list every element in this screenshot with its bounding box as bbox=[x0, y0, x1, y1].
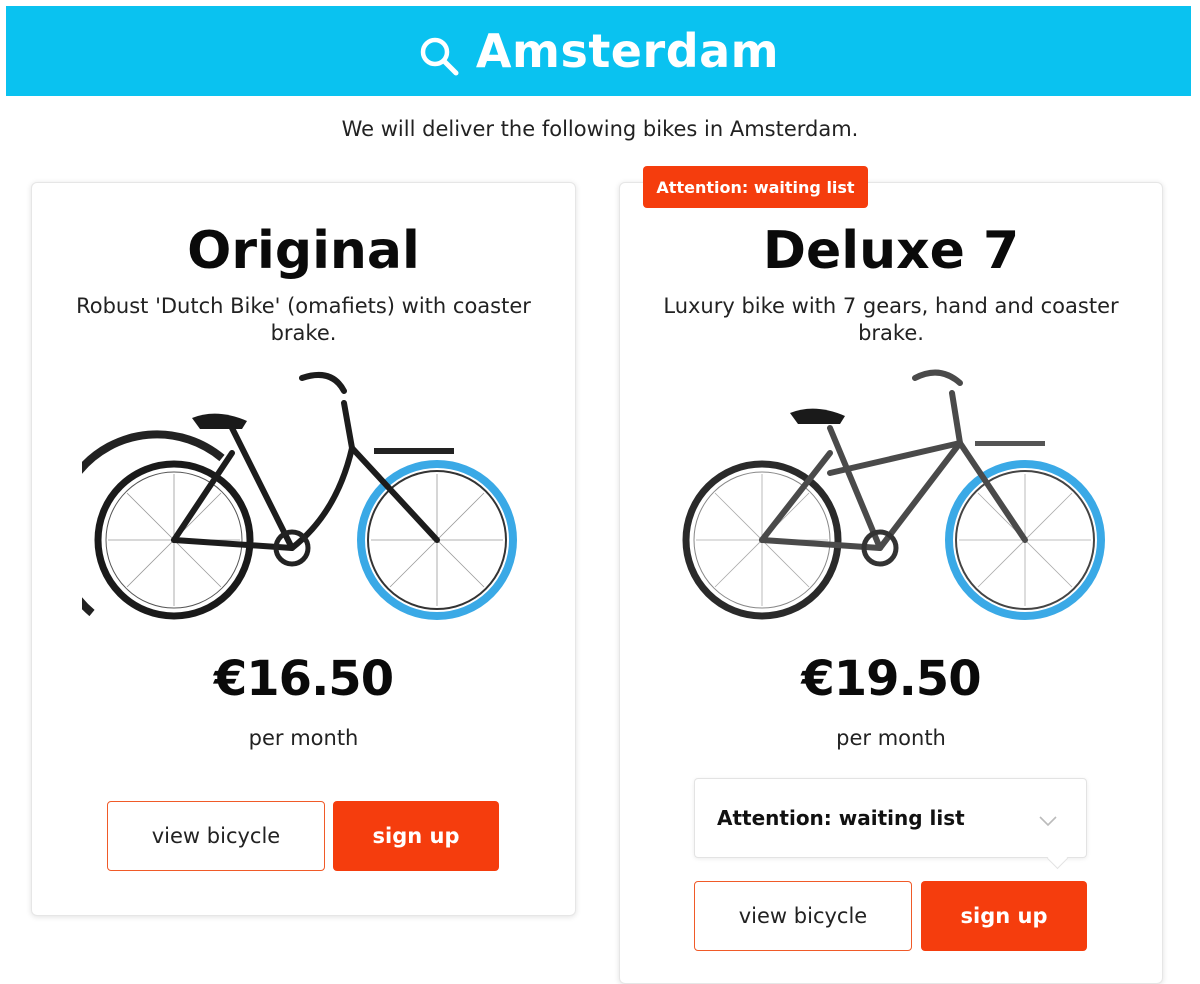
select-value: Attention: waiting list bbox=[717, 806, 965, 830]
view-bicycle-button[interactable]: view bicycle bbox=[107, 801, 325, 871]
product-card-original: Original Robust 'Dutch Bike' (omafiets) … bbox=[31, 182, 576, 916]
waiting-list-badge: Attention: waiting list bbox=[643, 166, 868, 208]
bike-image-deluxe bbox=[682, 369, 1105, 620]
bike-image-original bbox=[82, 372, 517, 620]
product-price: €16.50 bbox=[213, 651, 394, 707]
sign-up-button[interactable]: sign up bbox=[921, 881, 1087, 951]
view-bicycle-button[interactable]: view bicycle bbox=[694, 881, 912, 951]
product-title: Original bbox=[187, 221, 420, 281]
search-icon[interactable] bbox=[418, 35, 462, 79]
sign-up-button[interactable]: sign up bbox=[333, 801, 499, 871]
product-card-deluxe: Deluxe 7 Luxury bike with 7 gears, hand … bbox=[619, 182, 1163, 984]
product-description: Luxury bike with 7 gears, hand and coast… bbox=[663, 294, 1119, 345]
chevron-down-icon bbox=[1039, 816, 1057, 827]
page-title: Amsterdam bbox=[475, 24, 780, 78]
price-period: per month bbox=[836, 726, 946, 750]
product-description: Robust 'Dutch Bike' (omafiets) with coas… bbox=[76, 294, 531, 345]
product-title: Deluxe 7 bbox=[762, 221, 1020, 281]
price-period: per month bbox=[248, 726, 359, 750]
dropdown-pointer bbox=[1046, 847, 1069, 870]
header-bar: Amsterdam bbox=[6, 6, 1191, 96]
intro-text: We will deliver the following bikes in A… bbox=[341, 117, 859, 141]
product-price: €19.50 bbox=[801, 651, 981, 707]
availability-select[interactable]: Attention: waiting list bbox=[694, 778, 1087, 870]
